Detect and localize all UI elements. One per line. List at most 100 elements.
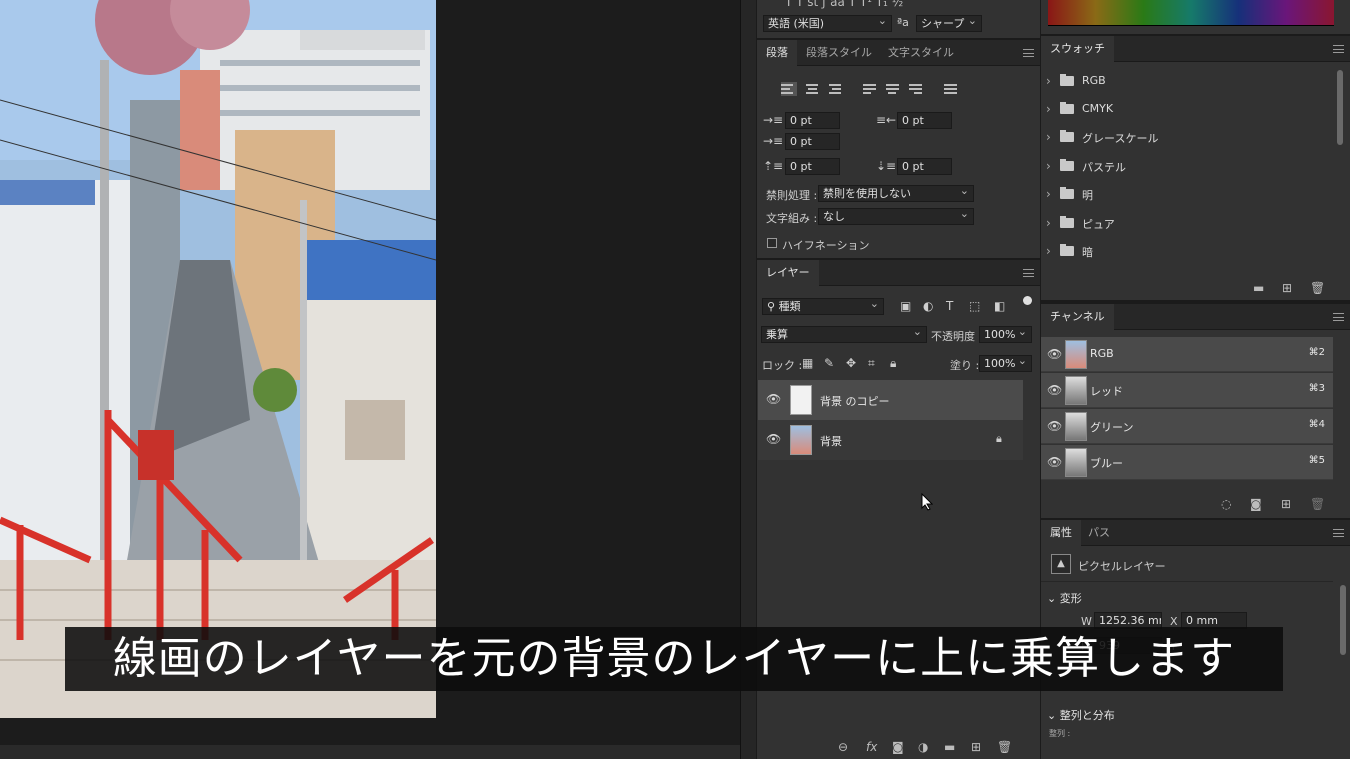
channel-row-rgb[interactable]: 👁︎ RGB ⌘2 xyxy=(1041,337,1333,372)
mojikumi-select[interactable]: なし xyxy=(818,208,974,225)
justify-last-left-button[interactable] xyxy=(863,82,879,96)
indent-right-field[interactable]: 0 pt xyxy=(897,112,952,129)
new-group-folder-icon[interactable]: ▬ xyxy=(944,740,955,754)
chevron-right-icon: › xyxy=(1046,216,1051,230)
hyphenation-checkbox[interactable] xyxy=(767,238,777,248)
channels-panel-header: チャンネル xyxy=(1041,304,1350,330)
justify-last-center-button[interactable] xyxy=(886,82,902,96)
swatches-menu-icon[interactable] xyxy=(1333,45,1344,53)
link-layers-icon[interactable]: ⊖ xyxy=(838,740,848,754)
visibility-eye-icon[interactable]: 👁︎ xyxy=(1047,419,1062,433)
fill-field[interactable]: 100% xyxy=(979,355,1032,372)
space-after-field[interactable]: 0 pt xyxy=(897,158,952,175)
visibility-eye-icon[interactable]: 👁︎ xyxy=(1047,455,1062,469)
filter-shape-icon[interactable]: ⬚ xyxy=(969,299,980,313)
indent-left-field[interactable]: 0 pt xyxy=(785,112,840,129)
swatch-group-dark[interactable]: › 暗 xyxy=(1046,238,1331,266)
swatch-group-light[interactable]: › 明 xyxy=(1046,181,1331,209)
new-channel-icon[interactable]: ⊞ xyxy=(1281,497,1291,511)
tab-layers[interactable]: レイヤー xyxy=(757,260,819,286)
justify-last-right-button[interactable] xyxy=(909,82,925,96)
transform-section-toggle[interactable]: ⌄ 変形 xyxy=(1047,590,1082,606)
lock-move-icon[interactable]: ✥ xyxy=(846,356,856,370)
divider xyxy=(1041,581,1333,582)
color-spectrum-ramp[interactable] xyxy=(1048,0,1334,26)
swatch-group-pastel[interactable]: › パステル xyxy=(1046,153,1331,181)
align-center-button[interactable] xyxy=(806,82,822,96)
language-select[interactable]: 英語 (米国) xyxy=(763,15,892,32)
layer-filter-select[interactable]: ⚲ 種類 xyxy=(762,298,884,315)
antialias-select[interactable]: シャープ xyxy=(916,15,982,32)
channels-menu-icon[interactable] xyxy=(1333,313,1344,321)
save-selection-icon[interactable]: ◙ xyxy=(1250,497,1262,511)
align-right-button[interactable] xyxy=(829,82,845,96)
channel-row-green[interactable]: 👁︎ グリーン ⌘4 xyxy=(1041,409,1333,444)
filter-toggle-switch[interactable] xyxy=(1023,296,1032,305)
layers-menu-icon[interactable] xyxy=(1023,269,1034,277)
chevron-right-icon: › xyxy=(1046,130,1051,144)
properties-menu-icon[interactable] xyxy=(1333,529,1344,537)
new-swatch-group-folder-icon[interactable]: ▬ xyxy=(1253,281,1264,295)
indent-first-line-icon: →≡ xyxy=(763,134,784,148)
tab-paths[interactable]: パス xyxy=(1079,520,1119,546)
tab-properties[interactable]: 属性 xyxy=(1041,520,1081,546)
tab-swatches[interactable]: スウォッチ xyxy=(1041,36,1114,62)
new-layer-icon[interactable]: ⊞ xyxy=(971,740,981,754)
character-panel: T T st ƒ aa T T¹ T₁ ½ 英語 (米国) ªa シャープ xyxy=(757,0,1040,38)
filter-smart-object-icon[interactable]: ◧ xyxy=(994,299,1005,313)
blend-mode-select[interactable]: 乗算 xyxy=(761,326,927,343)
lock-paint-icon[interactable]: ✎ xyxy=(824,356,834,370)
channel-row-blue[interactable]: 👁︎ ブルー ⌘5 xyxy=(1041,445,1333,480)
filter-pixel-icon[interactable]: ▣ xyxy=(900,299,911,313)
justify-all-button[interactable] xyxy=(944,82,960,96)
indent-first-line-field[interactable]: 0 pt xyxy=(785,133,840,150)
swatch-group-rgb[interactable]: › RGB xyxy=(1046,68,1331,96)
tab-paragraph-style[interactable]: 段落スタイル xyxy=(797,40,881,66)
swatches-scrollbar[interactable] xyxy=(1337,70,1343,145)
align-distribute-section-toggle[interactable]: ⌄ 整列と分布 xyxy=(1047,707,1115,723)
opacity-label: 不透明度 : xyxy=(931,330,983,343)
adjustment-layer-icon[interactable]: ◑ xyxy=(918,740,928,754)
visibility-eye-icon[interactable]: 👁︎ xyxy=(766,392,781,406)
load-selection-icon[interactable]: ◌ xyxy=(1221,497,1231,511)
properties-scrollbar[interactable] xyxy=(1340,585,1346,655)
filter-adjustment-icon[interactable]: ◐ xyxy=(923,299,933,313)
delete-swatch-trash-icon[interactable]: 🗑︎ xyxy=(1310,281,1325,295)
swatch-group-grayscale[interactable]: › グレースケール xyxy=(1046,124,1331,152)
filter-type-icon[interactable]: T xyxy=(946,299,953,313)
add-mask-icon[interactable]: ◙ xyxy=(892,740,904,754)
visibility-eye-icon[interactable]: 👁︎ xyxy=(1047,383,1062,397)
space-before-field[interactable]: 0 pt xyxy=(785,158,840,175)
channel-row-red[interactable]: 👁︎ レッド ⌘3 xyxy=(1041,373,1333,408)
mojikumi-label: 文字組み : xyxy=(766,212,818,225)
tab-paragraph[interactable]: 段落 xyxy=(757,40,797,66)
align-left-button[interactable] xyxy=(781,82,797,96)
delete-layer-trash-icon[interactable]: 🗑︎ xyxy=(997,740,1012,754)
lock-transparent-icon[interactable]: ▦ xyxy=(802,356,813,370)
indent-left-icon: →≡ xyxy=(763,113,784,127)
swatch-group-cmyk[interactable]: › CMYK xyxy=(1046,96,1331,124)
chevron-right-icon: › xyxy=(1046,74,1051,88)
layer-row-background[interactable]: 👁︎ 背景 🔒︎ xyxy=(758,420,1023,460)
layer-row-background-copy[interactable]: 👁︎ 背景 のコピー xyxy=(758,380,1023,420)
layer-type-label: ピクセルレイヤー xyxy=(1078,560,1166,573)
kinsoku-label: 禁則処理 : xyxy=(766,189,818,202)
panel-menu-icon[interactable] xyxy=(1023,49,1034,57)
visibility-eye-icon[interactable]: 👁︎ xyxy=(1047,347,1062,361)
visibility-eye-icon[interactable]: 👁︎ xyxy=(766,432,781,446)
mouse-cursor-icon xyxy=(921,493,933,511)
space-after-icon: ⇣≡ xyxy=(876,159,897,173)
new-swatch-icon[interactable]: ⊞ xyxy=(1282,281,1292,295)
tab-character-style[interactable]: 文字スタイル xyxy=(879,40,963,66)
fx-icon[interactable]: fx xyxy=(866,740,877,754)
swatch-group-pure[interactable]: › ピュア xyxy=(1046,210,1331,238)
channel-thumbnail xyxy=(1065,448,1087,477)
delete-channel-trash-icon[interactable]: 🗑︎ xyxy=(1310,497,1325,511)
layer-name: 背景 xyxy=(820,435,842,448)
tab-channels[interactable]: チャンネル xyxy=(1041,304,1114,330)
opacity-field[interactable]: 100% xyxy=(979,326,1032,343)
lock-artboard-icon[interactable]: ⌗ xyxy=(868,356,875,370)
kinsoku-select[interactable]: 禁則を使用しない xyxy=(818,185,974,202)
chevron-right-icon: › xyxy=(1046,102,1051,116)
lock-all-icon[interactable]: 🔒︎ xyxy=(890,356,896,370)
